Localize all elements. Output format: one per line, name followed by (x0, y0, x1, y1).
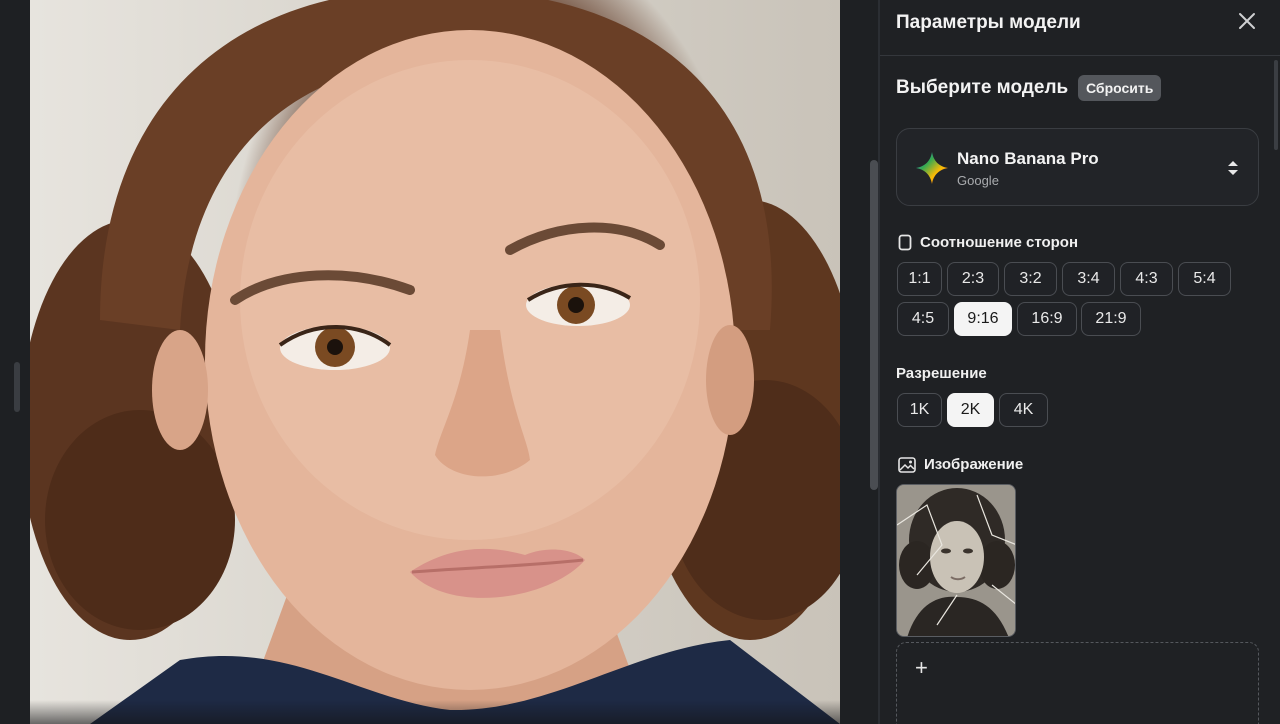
select-model-heading: Выберите модель (896, 77, 1069, 98)
portrait-rectangle-icon (898, 234, 912, 251)
model-name: Nano Banana Pro (957, 149, 1099, 168)
panel-scrollbar[interactable] (1274, 60, 1278, 150)
resolution-label-row: Разрешение (896, 365, 987, 382)
aspect-ratio-label: Соотношение сторон (920, 234, 1079, 251)
vintage-portrait-photo (897, 485, 1015, 636)
panel-header: Параметры модели (880, 0, 1280, 56)
plus-icon: + (915, 655, 928, 680)
image-bottom-fade (30, 700, 840, 724)
aspect-option-4-3[interactable]: 4:3 (1120, 262, 1173, 296)
sort-chevrons-icon (1228, 161, 1238, 175)
image-canvas (0, 0, 880, 724)
image-icon (898, 456, 916, 473)
portrait-illustration (30, 0, 840, 724)
reset-button[interactable]: Сбросить (1078, 75, 1162, 101)
aspect-option-1-1[interactable]: 1:1 (897, 262, 942, 296)
image-label-row: Изображение (898, 456, 1023, 473)
aspect-option-21-9[interactable]: 21:9 (1081, 302, 1141, 336)
resolution-option-1k[interactable]: 1K (897, 393, 942, 427)
resize-handle[interactable] (14, 362, 20, 412)
resolution-option-4k[interactable]: 4K (999, 393, 1048, 427)
model-selector[interactable]: Nano Banana Pro Google (896, 128, 1259, 206)
aspect-option-3-4[interactable]: 3:4 (1062, 262, 1115, 296)
aspect-option-9-16[interactable]: 9:16 (954, 302, 1012, 336)
model-vendor: Google (957, 173, 999, 188)
aspect-option-5-4[interactable]: 5:4 (1178, 262, 1231, 296)
aspect-option-3-2[interactable]: 3:2 (1004, 262, 1057, 296)
resolution-label: Разрешение (896, 365, 987, 382)
aspect-option-16-9[interactable]: 16:9 (1017, 302, 1077, 336)
image-label: Изображение (924, 456, 1024, 473)
gemini-sparkle-icon (916, 152, 948, 184)
reference-image-thumbnail[interactable] (896, 484, 1016, 637)
aspect-option-4-5[interactable]: 4:5 (897, 302, 949, 336)
resolution-option-2k[interactable]: 2K (947, 393, 994, 427)
add-image-dropzone[interactable]: + (896, 642, 1259, 724)
close-button[interactable] (1236, 10, 1258, 32)
aspect-option-2-3[interactable]: 2:3 (947, 262, 999, 296)
model-settings-panel: Параметры модели Выберите модель Сбросит… (880, 0, 1280, 724)
panel-title: Параметры модели (896, 12, 1081, 33)
aspect-ratio-label-row: Соотношение сторон (898, 234, 1078, 251)
generated-portrait-image (30, 0, 840, 724)
close-icon (1239, 13, 1255, 29)
canvas-scrollbar[interactable] (870, 160, 878, 490)
